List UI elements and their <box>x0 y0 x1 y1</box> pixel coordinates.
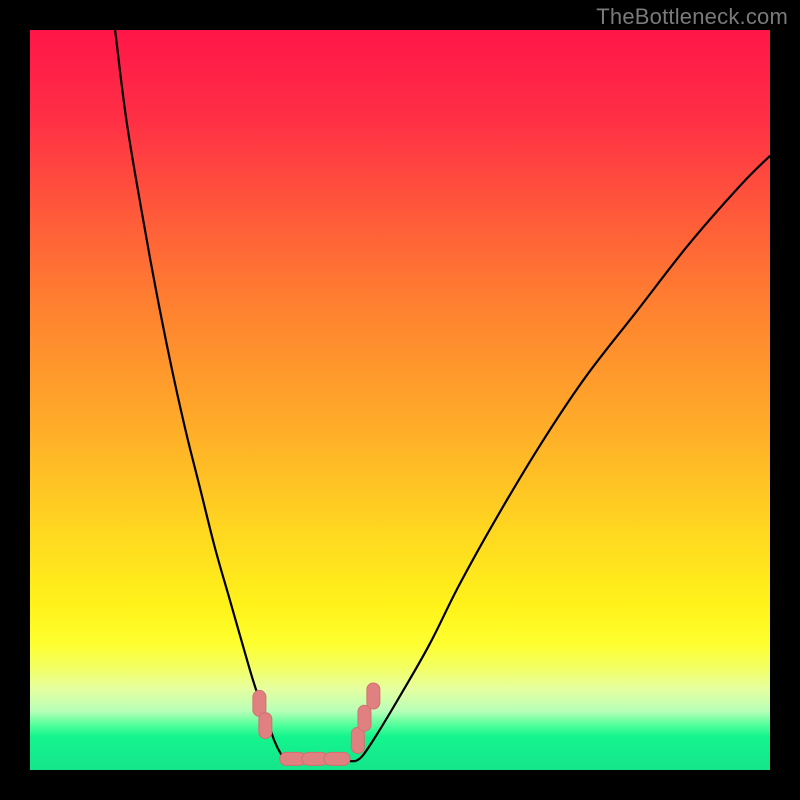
plot-area <box>30 30 770 770</box>
watermark-text: TheBottleneck.com <box>596 4 788 30</box>
right-branch-curve <box>356 156 770 761</box>
data-marker-1 <box>259 713 272 739</box>
data-marker-3 <box>358 705 371 731</box>
markers-group <box>253 683 380 765</box>
curves-group <box>115 30 770 761</box>
curve-layer <box>30 30 770 770</box>
chart-frame: TheBottleneck.com <box>0 0 800 800</box>
data-marker-4 <box>367 683 380 709</box>
data-marker-7 <box>324 752 350 765</box>
left-branch-curve <box>115 30 287 761</box>
